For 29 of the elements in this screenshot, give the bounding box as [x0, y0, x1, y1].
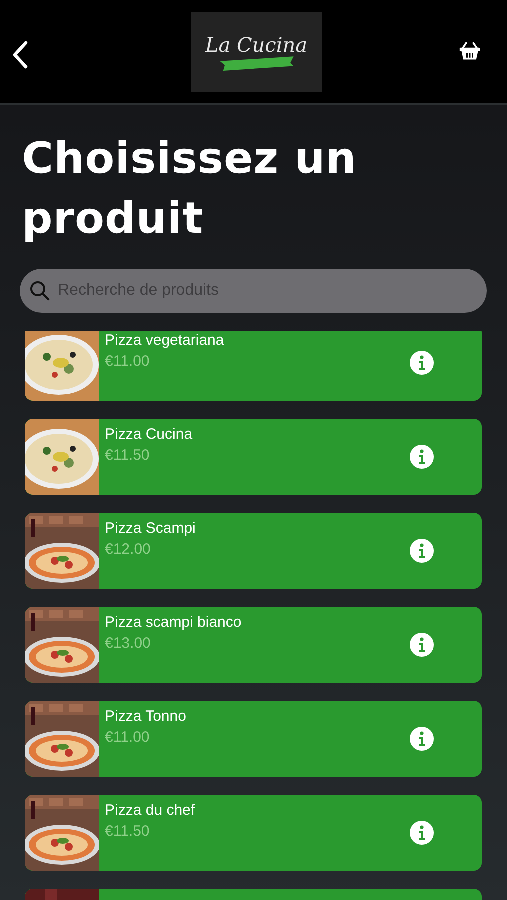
product-price: €11.50	[105, 447, 151, 464]
product-name: Pizza scampi bianco	[105, 614, 243, 631]
info-icon[interactable]	[410, 633, 434, 657]
info-icon[interactable]	[410, 351, 434, 375]
product-name: Pizza du chef	[105, 802, 196, 819]
product-price: €11.00	[105, 729, 151, 746]
product-card[interactable]: Pizza Scampi €12.00	[25, 513, 482, 589]
product-name: Pizza vegetariana	[105, 332, 226, 349]
product-card[interactable]: Pizza Cucina €11.50	[25, 419, 482, 495]
product-price: €11.00	[105, 353, 151, 370]
product-price: €12.00	[105, 541, 152, 558]
info-icon[interactable]	[410, 727, 434, 751]
basket-icon[interactable]	[459, 42, 481, 61]
product-card[interactable]: Pizza Tonno €11.00	[25, 701, 482, 777]
product-price: €11.50	[105, 823, 151, 840]
product-name: Pizza Tonno	[105, 708, 188, 725]
info-icon[interactable]	[410, 445, 434, 469]
product-card[interactable]: Pizza vegetariana €11.00	[25, 331, 482, 401]
product-price: €13.00	[105, 635, 152, 652]
search-icon	[30, 281, 50, 301]
back-icon[interactable]	[12, 40, 28, 68]
info-icon[interactable]	[410, 539, 434, 563]
product-name: Pizza Scampi	[105, 520, 197, 537]
product-card[interactable]: Pizza scampi bianco €13.00	[25, 607, 482, 683]
product-card[interactable]: Pizza du chef €11.50	[25, 795, 482, 871]
info-icon[interactable]	[410, 821, 434, 845]
product-name: Pizza Cucina	[105, 426, 194, 443]
page-title: Choisissez un produit	[22, 133, 358, 246]
logo: La Cucina	[191, 12, 322, 92]
